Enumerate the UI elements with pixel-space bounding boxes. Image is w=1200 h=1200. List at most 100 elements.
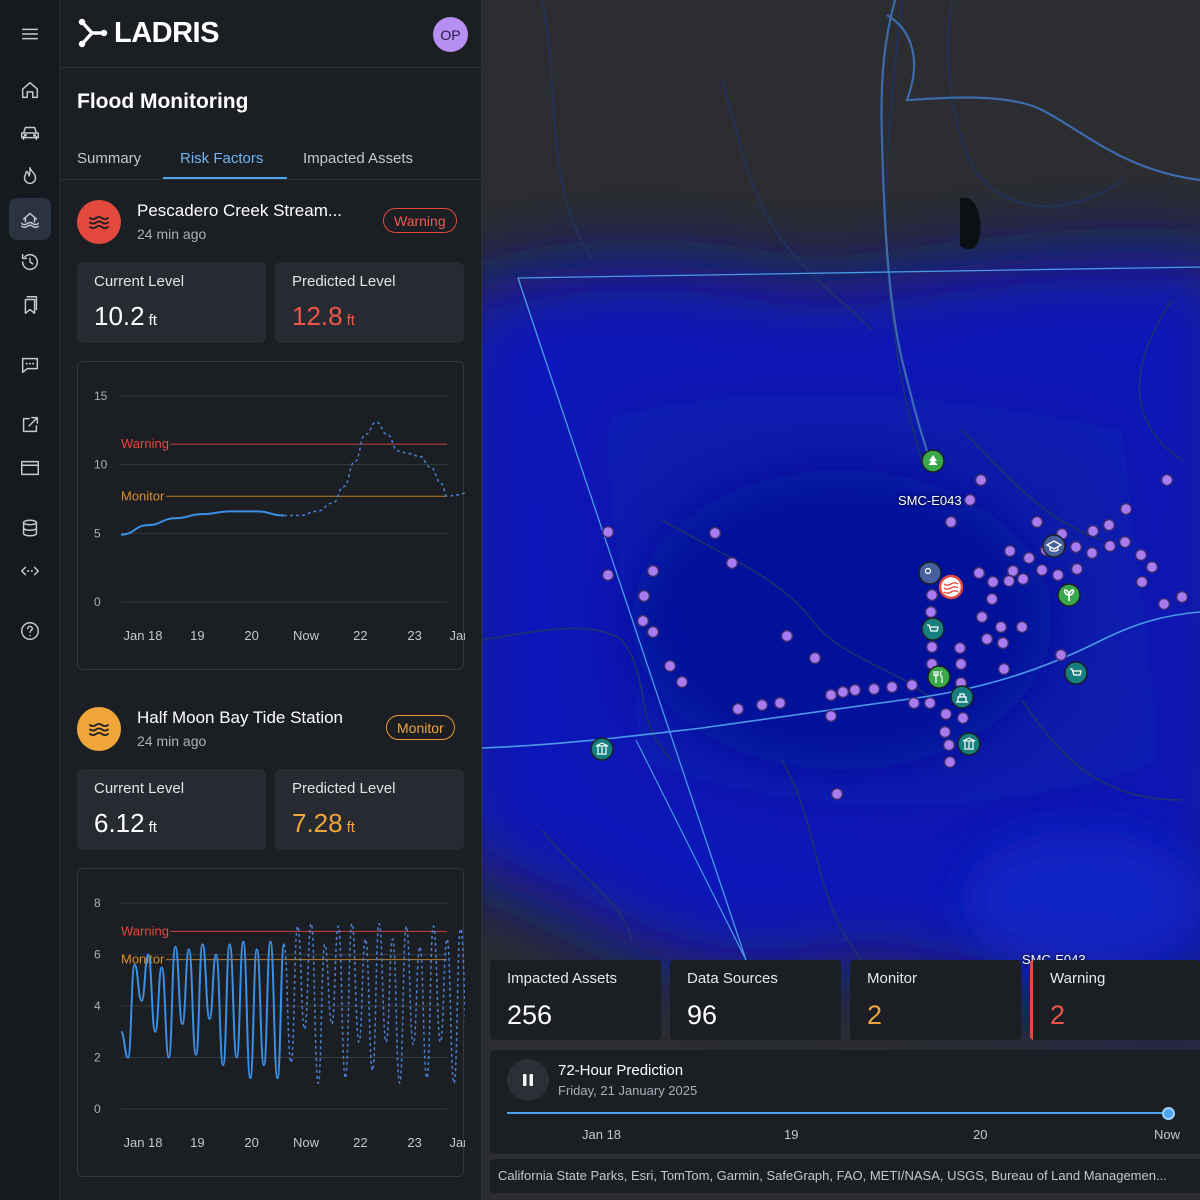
asset-dot[interactable] (980, 632, 994, 646)
asset-dot[interactable] (601, 568, 615, 582)
asset-dot[interactable] (1054, 648, 1068, 662)
flood-icon[interactable] (9, 198, 51, 240)
asset-dot[interactable] (938, 725, 952, 739)
tab-summary[interactable]: Summary (77, 150, 141, 167)
asset-dot[interactable] (1119, 502, 1133, 516)
asset-dot[interactable] (907, 696, 921, 710)
flood-gauge-marker[interactable] (938, 574, 964, 600)
asset-dot[interactable] (1175, 590, 1189, 604)
asset-dot[interactable] (731, 702, 745, 716)
asset-dot[interactable] (1134, 548, 1148, 562)
asset-dot[interactable] (1085, 546, 1099, 560)
asset-dot[interactable] (953, 641, 967, 655)
asset-dot[interactable] (1102, 518, 1116, 532)
code-icon[interactable] (9, 550, 51, 592)
asset-dot[interactable] (1070, 562, 1084, 576)
impacted-assets-stat[interactable]: Impacted Assets 256 (490, 960, 661, 1040)
restaurant-marker[interactable] (927, 665, 951, 689)
asset-dot[interactable] (942, 738, 956, 752)
asset-dot[interactable] (646, 625, 660, 639)
asset-dot[interactable] (1003, 544, 1017, 558)
asset-dot[interactable] (1086, 524, 1100, 538)
asset-dot[interactable] (637, 589, 651, 603)
asset-dot[interactable] (1157, 597, 1171, 611)
asset-dot[interactable] (1030, 515, 1044, 529)
chat-icon[interactable] (9, 344, 51, 386)
asset-dot[interactable] (1103, 539, 1117, 553)
asset-dot[interactable] (923, 696, 937, 710)
timeline-track[interactable] (507, 1112, 1169, 1114)
asset-dot[interactable] (996, 636, 1010, 650)
warning-stat[interactable]: Warning 2 (1030, 960, 1200, 1040)
asset-dot[interactable] (708, 526, 722, 540)
asset-dot[interactable] (1051, 568, 1065, 582)
help-icon[interactable] (9, 610, 51, 652)
asset-dot[interactable] (1002, 574, 1016, 588)
asset-dot[interactable] (972, 566, 986, 580)
asset-dot[interactable] (836, 685, 850, 699)
asset-dot[interactable] (725, 556, 739, 570)
asset-dot[interactable] (1160, 473, 1174, 487)
asset-dot[interactable] (1118, 535, 1132, 549)
asset-dot[interactable] (808, 651, 822, 665)
store-marker[interactable] (921, 617, 945, 641)
asset-dot[interactable] (963, 493, 977, 507)
asset-dot[interactable] (755, 698, 769, 712)
asset-dot[interactable] (830, 787, 844, 801)
user-avatar[interactable]: OP (433, 17, 468, 52)
water-level-chart[interactable]: 0 2 4 6 8 Jan 18 19 20 Now 22 23 Jan 24 Warning Monit… (77, 868, 465, 1177)
asset-dot[interactable] (663, 659, 677, 673)
asset-dot[interactable] (939, 707, 953, 721)
asset-dot[interactable] (824, 709, 838, 723)
school-marker[interactable] (1042, 534, 1066, 558)
asset-dot[interactable] (646, 564, 660, 578)
asset-dot[interactable] (601, 525, 615, 539)
asset-dot[interactable] (885, 680, 899, 694)
asset-dot[interactable] (1145, 560, 1159, 574)
timeline-thumb[interactable] (1162, 1107, 1175, 1120)
asset-dot[interactable] (943, 755, 957, 769)
tab-risk-factors[interactable]: Risk Factors (180, 150, 263, 167)
tab-impacted-assets[interactable]: Impacted Assets (303, 150, 413, 167)
asset-dot[interactable] (636, 614, 650, 628)
store-marker[interactable] (1064, 661, 1088, 685)
asset-dot[interactable] (1069, 540, 1083, 554)
asset-dot[interactable] (954, 657, 968, 671)
car-icon[interactable] (9, 112, 51, 154)
asset-dot[interactable] (985, 592, 999, 606)
asset-dot[interactable] (848, 683, 862, 697)
asset-dot[interactable] (1015, 620, 1029, 634)
asset-dot[interactable] (1035, 563, 1049, 577)
asset-dot[interactable] (974, 473, 988, 487)
asset-dot[interactable] (824, 688, 838, 702)
asset-dot[interactable] (956, 711, 970, 725)
asset-dot[interactable] (944, 515, 958, 529)
asset-dot[interactable] (905, 678, 919, 692)
home-icon[interactable] (9, 69, 51, 111)
bookmarks-icon[interactable] (9, 284, 51, 326)
flood-map[interactable]: SMC-E043 SMC-E043 Impacted Assets 256 Da… (482, 0, 1200, 1200)
database-icon[interactable] (9, 507, 51, 549)
asset-dot[interactable] (997, 662, 1011, 676)
asset-dot[interactable] (925, 640, 939, 654)
asset-dot[interactable] (867, 682, 881, 696)
asset-dot[interactable] (994, 620, 1008, 634)
monitor-stat[interactable]: Monitor 2 (850, 960, 1021, 1040)
station-name[interactable]: Half Moon Bay Tide Station (137, 708, 343, 728)
asset-dot[interactable] (675, 675, 689, 689)
asset-dot[interactable] (780, 629, 794, 643)
history-icon[interactable] (9, 241, 51, 283)
fire-icon[interactable] (9, 155, 51, 197)
asset-dot[interactable] (1135, 575, 1149, 589)
pause-button[interactable] (507, 1059, 549, 1101)
station-name[interactable]: Pescadero Creek Stream... (137, 201, 342, 221)
external-link-icon[interactable] (9, 404, 51, 446)
asset-dot[interactable] (1016, 572, 1030, 586)
asset-dot[interactable] (773, 696, 787, 710)
data-sources-stat[interactable]: Data Sources 96 (670, 960, 841, 1040)
asset-dot[interactable] (986, 575, 1000, 589)
brand-logo[interactable]: LADRIS (78, 16, 219, 50)
asset-dot[interactable] (975, 610, 989, 624)
window-icon[interactable] (9, 447, 51, 489)
asset-dot[interactable] (925, 588, 939, 602)
